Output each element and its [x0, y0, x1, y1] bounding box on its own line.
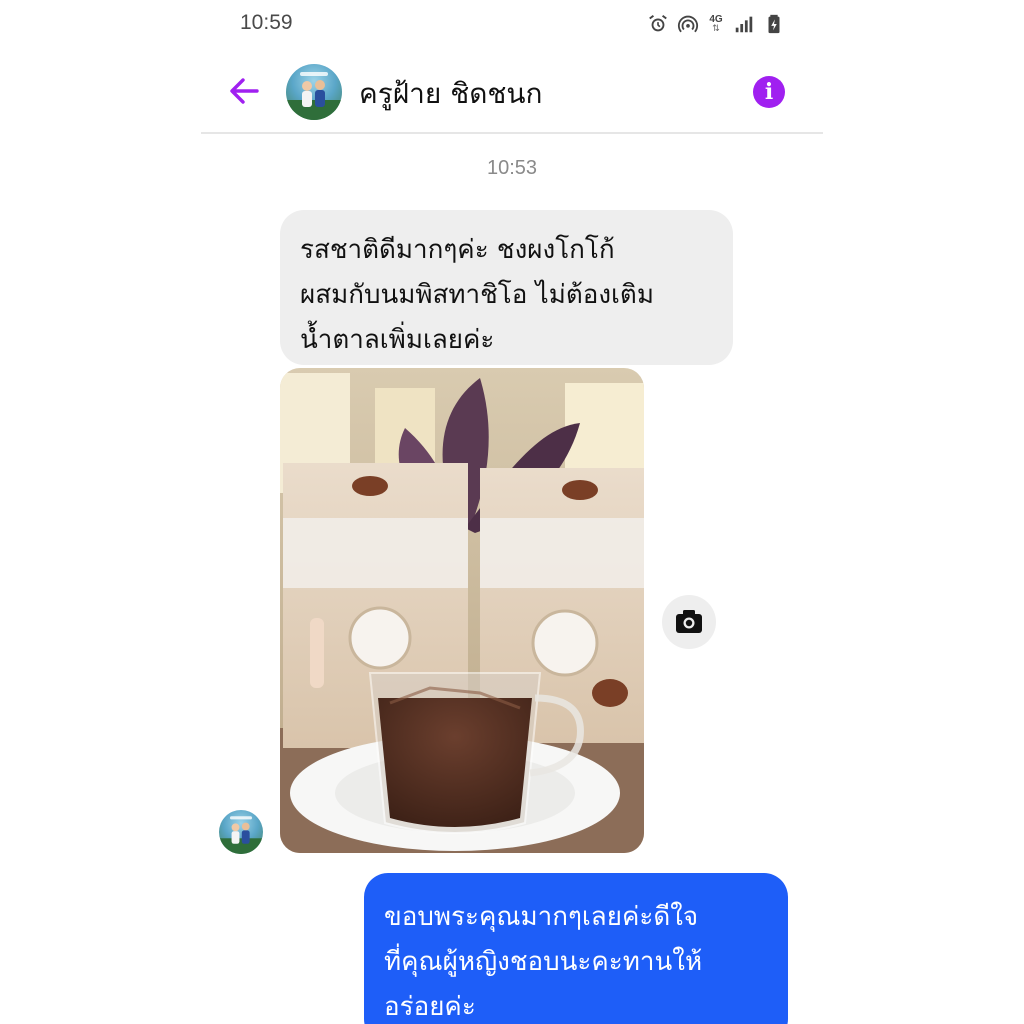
signal-icon [735, 16, 753, 33]
network-label: 4G [709, 13, 723, 25]
camera-share-button[interactable] [662, 595, 716, 649]
message-timestamp: 10:53 [486, 157, 538, 179]
battery-charging-icon [768, 14, 780, 34]
outgoing-message-bubble[interactable]: ขอบพระคุณมากๆเลยค่ะดีใจ ที่คุณผู้หญิงชอบ… [364, 873, 788, 1024]
camera-icon [676, 610, 702, 633]
conversation-header: ครูฝ้าย ชิดชนก i [201, 52, 823, 134]
contact-name[interactable]: ครูฝ้าย ชิดชนก [359, 72, 543, 116]
incoming-message-bubble[interactable]: รสชาติดีมากๆค่ะ ชงผงโกโก้ ผสมกับนมพิสทาช… [280, 210, 733, 365]
avatar-image [286, 72, 342, 120]
status-bar: 10:59 4G ⇅ [201, 0, 823, 50]
outgoing-message-text: ขอบพระคุณมากๆเลยค่ะดีใจ ที่คุณผู้หญิงชอบ… [384, 902, 703, 1022]
status-time: 10:59 [240, 11, 293, 34]
shared-photo[interactable] [280, 368, 644, 853]
hotspot-icon [677, 15, 699, 33]
status-icons: 4G ⇅ [647, 13, 785, 35]
incoming-message-text: รสชาติดีมากๆค่ะ ชงผงโกโก้ ผสมกับนมพิสทาช… [300, 235, 654, 355]
back-arrow-icon[interactable] [227, 74, 261, 108]
contact-avatar[interactable] [286, 64, 342, 120]
info-icon[interactable]: i [753, 76, 785, 108]
alarm-icon [649, 14, 667, 32]
messenger-screen: 10:59 4G ⇅ ครูฝ้าย ชิดชนก i 10:53 รสชาติ… [201, 0, 823, 1024]
cocoa-drink-photo [280, 368, 644, 853]
avatar-image [219, 816, 263, 854]
sender-avatar[interactable] [219, 810, 263, 854]
network-type: 4G ⇅ [707, 13, 725, 34]
data-arrows-icon: ⇅ [712, 23, 720, 34]
